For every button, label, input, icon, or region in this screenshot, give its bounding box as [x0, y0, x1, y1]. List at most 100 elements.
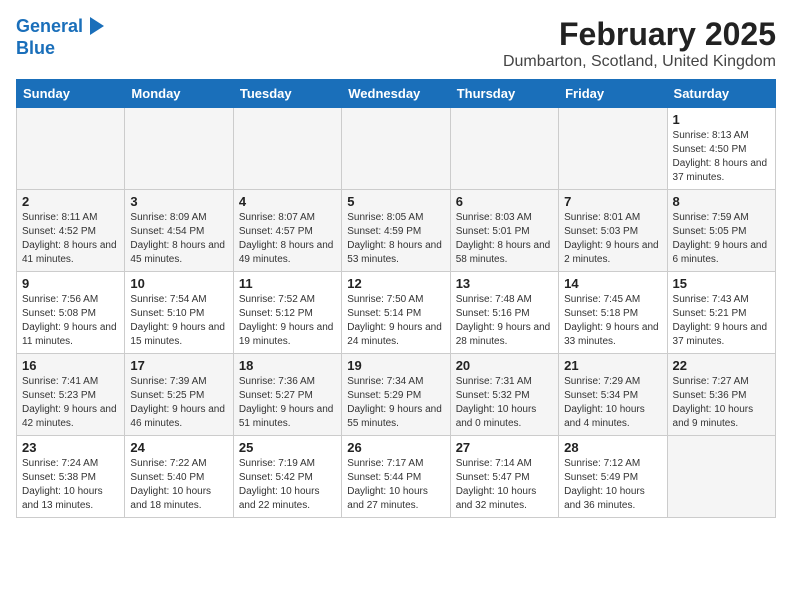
calendar-cell [342, 108, 450, 190]
calendar-cell: 4 Sunrise: 8:07 AM Sunset: 4:57 PM Daylig… [233, 190, 341, 272]
calendar-cell: 10 Sunrise: 7:54 AM Sunset: 5:10 PM Dayli… [125, 272, 233, 354]
calendar-cell [233, 108, 341, 190]
day-info: Sunrise: 7:24 AM Sunset: 5:38 PM Dayligh… [22, 457, 119, 513]
calendar-cell: 21 Sunrise: 7:29 AM Sunset: 5:34 PM Dayli… [559, 354, 667, 436]
calendar-cell: 25Sunrise: 7:19 AM Sunset: 5:42 PM Dayli… [233, 436, 341, 518]
day-number: 5 [347, 194, 444, 209]
day-number: 23 [22, 440, 119, 455]
calendar-cell: 26 Sunrise: 7:17 AM Sunset: 5:44 PM Dayli… [342, 436, 450, 518]
calendar-week-row: 2 Sunrise: 8:11 AM Sunset: 4:52 PM Daylig… [17, 190, 776, 272]
day-info: Sunrise: 8:09 AM Sunset: 4:54 PM Dayligh… [130, 211, 227, 267]
day-number: 10 [130, 276, 227, 291]
logo-text: General [16, 16, 104, 38]
day-number: 11 [239, 276, 336, 291]
day-number: 8 [673, 194, 770, 209]
day-number: 21 [564, 358, 661, 373]
day-info: Sunrise: 7:56 AM Sunset: 5:08 PM Dayligh… [22, 293, 119, 349]
calendar-cell: 7 Sunrise: 8:01 AM Sunset: 5:03 PM Daylig… [559, 190, 667, 272]
calendar-cell: 16Sunrise: 7:41 AM Sunset: 5:23 PM Dayli… [17, 354, 125, 436]
calendar-cell: 19 Sunrise: 7:34 AM Sunset: 5:29 PM Dayli… [342, 354, 450, 436]
calendar-cell [125, 108, 233, 190]
day-number: 13 [456, 276, 553, 291]
day-number: 9 [22, 276, 119, 291]
day-info: Sunrise: 7:27 AM Sunset: 5:36 PM Dayligh… [673, 375, 770, 431]
calendar-cell [667, 436, 775, 518]
page-title: February 2025 [503, 16, 776, 53]
title-block: February 2025 Dumbarton, Scotland, Unite… [503, 16, 776, 71]
calendar-cell: 12 Sunrise: 7:50 AM Sunset: 5:14 PM Dayli… [342, 272, 450, 354]
day-info: Sunrise: 7:34 AM Sunset: 5:29 PM Dayligh… [347, 375, 444, 431]
day-number: 24 [130, 440, 227, 455]
col-friday: Friday [559, 80, 667, 108]
calendar-week-row: 1 Sunrise: 8:13 AM Sunset: 4:50 PM Daylig… [17, 108, 776, 190]
calendar-cell: 27Sunrise: 7:14 AM Sunset: 5:47 PM Dayli… [450, 436, 558, 518]
day-number: 1 [673, 112, 770, 127]
logo: General Blue [16, 16, 106, 59]
page-subtitle: Dumbarton, Scotland, United Kingdom [503, 53, 776, 71]
day-number: 6 [456, 194, 553, 209]
calendar-week-row: 23 Sunrise: 7:24 AM Sunset: 5:38 PM Dayli… [17, 436, 776, 518]
day-info: Sunrise: 7:29 AM Sunset: 5:34 PM Dayligh… [564, 375, 661, 431]
day-number: 27 [456, 440, 553, 455]
calendar-header-row: Sunday Monday Tuesday Wednesday Thursday… [17, 80, 776, 108]
calendar-cell: 11 Sunrise: 7:52 AM Sunset: 5:12 PM Dayli… [233, 272, 341, 354]
calendar-cell [17, 108, 125, 190]
day-info: Sunrise: 7:41 AM Sunset: 5:23 PM Dayligh… [22, 375, 119, 431]
day-number: 15 [673, 276, 770, 291]
col-tuesday: Tuesday [233, 80, 341, 108]
day-number: 17 [130, 358, 227, 373]
calendar-week-row: 16Sunrise: 7:41 AM Sunset: 5:23 PM Dayli… [17, 354, 776, 436]
day-number: 12 [347, 276, 444, 291]
day-number: 18 [239, 358, 336, 373]
day-info: Sunrise: 7:19 AM Sunset: 5:42 PM Dayligh… [239, 457, 336, 513]
day-info: Sunrise: 7:54 AM Sunset: 5:10 PM Dayligh… [130, 293, 227, 349]
day-info: Sunrise: 8:01 AM Sunset: 5:03 PM Dayligh… [564, 211, 661, 267]
calendar-cell [450, 108, 558, 190]
day-info: Sunrise: 8:07 AM Sunset: 4:57 PM Dayligh… [239, 211, 336, 267]
calendar-cell: 14 Sunrise: 7:45 AM Sunset: 5:18 PM Dayli… [559, 272, 667, 354]
calendar-cell: 28 Sunrise: 7:12 AM Sunset: 5:49 PM Dayli… [559, 436, 667, 518]
day-number: 2 [22, 194, 119, 209]
calendar-cell: 2 Sunrise: 8:11 AM Sunset: 4:52 PM Daylig… [17, 190, 125, 272]
day-info: Sunrise: 7:12 AM Sunset: 5:49 PM Dayligh… [564, 457, 661, 513]
day-number: 22 [673, 358, 770, 373]
day-info: Sunrise: 8:05 AM Sunset: 4:59 PM Dayligh… [347, 211, 444, 267]
day-number: 26 [347, 440, 444, 455]
calendar-cell: 8 Sunrise: 7:59 AM Sunset: 5:05 PM Daylig… [667, 190, 775, 272]
day-info: Sunrise: 7:17 AM Sunset: 5:44 PM Dayligh… [347, 457, 444, 513]
col-sunday: Sunday [17, 80, 125, 108]
col-saturday: Saturday [667, 80, 775, 108]
day-info: Sunrise: 7:36 AM Sunset: 5:27 PM Dayligh… [239, 375, 336, 431]
calendar-cell: 1 Sunrise: 8:13 AM Sunset: 4:50 PM Daylig… [667, 108, 775, 190]
day-info: Sunrise: 7:22 AM Sunset: 5:40 PM Dayligh… [130, 457, 227, 513]
calendar-cell: 23 Sunrise: 7:24 AM Sunset: 5:38 PM Dayli… [17, 436, 125, 518]
day-number: 7 [564, 194, 661, 209]
day-info: Sunrise: 8:13 AM Sunset: 4:50 PM Dayligh… [673, 129, 770, 185]
day-info: Sunrise: 7:50 AM Sunset: 5:14 PM Dayligh… [347, 293, 444, 349]
day-number: 28 [564, 440, 661, 455]
day-info: Sunrise: 7:52 AM Sunset: 5:12 PM Dayligh… [239, 293, 336, 349]
calendar-cell: 3Sunrise: 8:09 AM Sunset: 4:54 PM Daylig… [125, 190, 233, 272]
calendar-cell: 6 Sunrise: 8:03 AM Sunset: 5:01 PM Daylig… [450, 190, 558, 272]
col-monday: Monday [125, 80, 233, 108]
calendar-cell [559, 108, 667, 190]
day-info: Sunrise: 7:48 AM Sunset: 5:16 PM Dayligh… [456, 293, 553, 349]
day-number: 4 [239, 194, 336, 209]
day-info: Sunrise: 8:11 AM Sunset: 4:52 PM Dayligh… [22, 211, 119, 267]
calendar-cell: 5 Sunrise: 8:05 AM Sunset: 4:59 PM Daylig… [342, 190, 450, 272]
calendar-table: Sunday Monday Tuesday Wednesday Thursday… [16, 79, 776, 518]
day-info: Sunrise: 7:39 AM Sunset: 5:25 PM Dayligh… [130, 375, 227, 431]
day-info: Sunrise: 7:43 AM Sunset: 5:21 PM Dayligh… [673, 293, 770, 349]
col-wednesday: Wednesday [342, 80, 450, 108]
col-thursday: Thursday [450, 80, 558, 108]
calendar-cell: 24 Sunrise: 7:22 AM Sunset: 5:40 PM Dayli… [125, 436, 233, 518]
day-number: 20 [456, 358, 553, 373]
page-header: General Blue February 2025 Dumbarton, Sc… [16, 16, 776, 71]
day-info: Sunrise: 7:59 AM Sunset: 5:05 PM Dayligh… [673, 211, 770, 267]
day-info: Sunrise: 8:03 AM Sunset: 5:01 PM Dayligh… [456, 211, 553, 267]
calendar-cell: 9 Sunrise: 7:56 AM Sunset: 5:08 PM Daylig… [17, 272, 125, 354]
day-number: 14 [564, 276, 661, 291]
day-number: 19 [347, 358, 444, 373]
calendar-cell: 22 Sunrise: 7:27 AM Sunset: 5:36 PM Dayli… [667, 354, 775, 436]
day-info: Sunrise: 7:45 AM Sunset: 5:18 PM Dayligh… [564, 293, 661, 349]
